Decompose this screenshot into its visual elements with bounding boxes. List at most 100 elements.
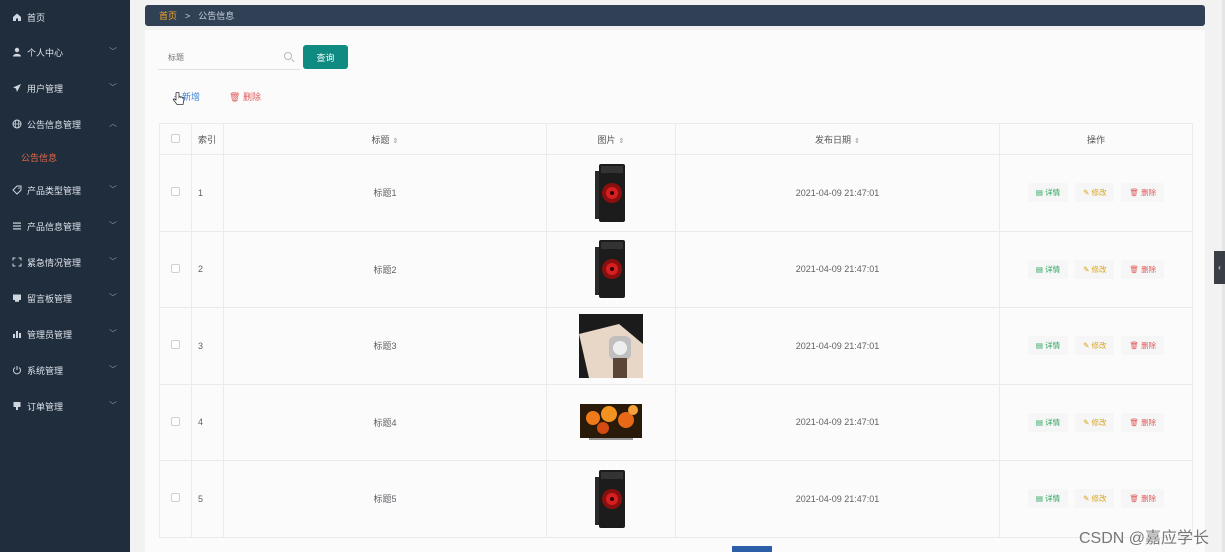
chevron-down-icon: ﹀ (109, 401, 117, 410)
search-input[interactable] (168, 53, 268, 62)
bar-chart-icon (11, 328, 23, 340)
message-icon (11, 292, 23, 304)
sidebar-item-emergency[interactable]: 紧急情况管理 ﹀ (0, 244, 130, 280)
detail-button[interactable]: ▤ 详情 (1027, 259, 1069, 279)
chevron-down-icon: ﹀ (109, 83, 117, 92)
detail-button[interactable]: ▤ 详情 (1027, 412, 1069, 432)
edit-button[interactable]: ✎ 修改 (1075, 336, 1115, 356)
table-row[interactable]: 1 标题1 2021-04-09 21:47:01 ▤ 详情 ✎ 修改 🗑 删除 (159, 154, 1193, 232)
select-all-checkbox[interactable] (171, 133, 180, 143)
row-checkbox[interactable] (171, 263, 180, 273)
row-date: 2021-04-09 21:47:01 (675, 383, 1000, 461)
sidebar-item-label: 订单管理 (27, 401, 64, 412)
breadcrumb: 首页 > 公告信息 (145, 5, 1205, 26)
sidebar-item-system-management[interactable]: 系统管理 ﹀ (0, 352, 130, 388)
sidebar-item-label: 系统管理 (27, 365, 64, 376)
sidebar-subitem-notice[interactable]: 公告信息 (0, 142, 130, 172)
row-date: 2021-04-09 21:47:01 (675, 230, 1000, 308)
header-title[interactable]: 标题 ⇕ (223, 123, 547, 155)
row-title: 标题3 (223, 307, 547, 385)
document-icon: ▤ (1035, 188, 1043, 198)
delete-button[interactable]: 🗑 删除 (229, 90, 261, 103)
row-checkbox[interactable] (171, 340, 180, 350)
content-panel: 查询 ＋新增 🗑 删除 索引 标题⇕ 图片⇕ 发布日期⇕ 操作 1标题12021… (145, 30, 1205, 552)
sort-icon[interactable]: ⇕ (854, 138, 860, 145)
detail-label: 详情 (1045, 188, 1061, 198)
chevron-down-icon: ﹀ (109, 293, 117, 302)
detail-button[interactable]: ▤ 详情 (1027, 489, 1069, 509)
power-icon (11, 364, 23, 376)
breadcrumb-home-link[interactable]: 首页 (159, 9, 177, 22)
thumbnail-image (595, 469, 625, 528)
query-button[interactable]: 查询 (303, 45, 348, 69)
chevron-left-icon: ‹ (1218, 263, 1221, 272)
detail-label: 详情 (1045, 494, 1061, 504)
row-checkbox[interactable] (171, 416, 180, 426)
row-delete-button[interactable]: 🗑 删除 (1121, 336, 1165, 356)
sidebar-item-label: 管理员管理 (27, 329, 73, 340)
table-row[interactable]: 2 标题2 2021-04-09 21:47:01 ▤ 详情 ✎ 修改 🗑 删除 (159, 230, 1193, 308)
sidebar-item-order-management[interactable]: 订单管理 ﹀ (0, 388, 130, 424)
edit-button[interactable]: ✎ 修改 (1075, 259, 1115, 279)
fullscreen-icon (11, 256, 23, 268)
row-checkbox[interactable] (171, 187, 180, 197)
edit-button[interactable]: ✎ 修改 (1075, 489, 1115, 509)
sidebar-item-user-management[interactable]: 用户管理 ﹀ (0, 70, 130, 106)
row-delete-button[interactable]: 🗑 删除 (1121, 259, 1165, 279)
trash-icon: 🗑 (1129, 341, 1139, 351)
sidebar-item-personal-center[interactable]: 个人中心 ﹀ (0, 34, 130, 70)
search-field (158, 46, 300, 70)
row-title: 标题2 (223, 230, 547, 308)
document-icon: ▤ (1035, 341, 1043, 351)
row-select-cell (159, 460, 192, 538)
header-image[interactable]: 图片 ⇕ (546, 123, 676, 155)
sort-icon[interactable]: ⇕ (393, 138, 399, 145)
sidebar-item-home[interactable]: 首页 (0, 0, 130, 34)
row-select-cell (159, 154, 192, 232)
sidebar-item-message-board[interactable]: 留言板管理 ﹀ (0, 280, 130, 316)
row-ops-cell: ▤ 详情 ✎ 修改 🗑 删除 (999, 307, 1193, 385)
trash-icon: 🗑 (1129, 494, 1139, 504)
row-select-cell (159, 230, 192, 308)
detail-button[interactable]: ▤ 详情 (1027, 183, 1069, 203)
trash-icon: 🗑 (1129, 417, 1139, 427)
thumbnail-image (595, 240, 625, 299)
sidebar-item-notice-management[interactable]: 公告信息管理 ︿ (0, 106, 130, 142)
table-row[interactable]: 4 标题4 2021-04-09 21:47:01 ▤ 详情 ✎ 修改 🗑 删除 (159, 383, 1193, 461)
chevron-down-icon: ﹀ (109, 257, 117, 266)
collapse-panel-button[interactable]: ‹ (1214, 251, 1225, 284)
chevron-down-icon: ﹀ (109, 221, 117, 230)
edit-label: 修改 (1091, 188, 1107, 198)
row-select-cell (159, 383, 192, 461)
detail-button[interactable]: ▤ 详情 (1027, 336, 1069, 356)
chevron-down-icon: ﹀ (109, 47, 117, 56)
sidebar-item-admin-management[interactable]: 管理员管理 ﹀ (0, 316, 130, 352)
sidebar-item-label: 公告信息管理 (27, 119, 82, 130)
table-row[interactable]: 3 标题3 2021-04-09 21:47:01 ▤ 详情 ✎ 修改 🗑 删除 (159, 307, 1193, 385)
header-image-label: 图片 (597, 134, 616, 145)
globe-icon (11, 118, 23, 130)
sort-icon[interactable]: ⇕ (619, 138, 625, 145)
edit-button[interactable]: ✎ 修改 (1075, 183, 1115, 203)
sidebar-item-product-info[interactable]: 产品信息管理 ﹀ (0, 208, 130, 244)
edit-label: 修改 (1091, 417, 1107, 427)
row-date: 2021-04-09 21:47:01 (675, 460, 1000, 538)
row-index: 2 (191, 230, 224, 308)
row-checkbox[interactable] (171, 493, 180, 503)
row-index: 3 (191, 307, 224, 385)
delete-label: 删除 (1141, 264, 1157, 274)
row-title: 标题1 (223, 154, 547, 232)
pencil-icon: ✎ (1083, 494, 1090, 504)
row-delete-button[interactable]: 🗑 删除 (1121, 183, 1165, 203)
pencil-icon: ✎ (1083, 188, 1090, 198)
row-delete-button[interactable]: 🗑 删除 (1121, 412, 1165, 432)
row-delete-button[interactable]: 🗑 删除 (1121, 489, 1165, 509)
row-ops-cell: ▤ 详情 ✎ 修改 🗑 删除 (999, 154, 1193, 232)
sidebar-item-product-type[interactable]: 产品类型管理 ﹀ (0, 172, 130, 208)
edit-button[interactable]: ✎ 修改 (1075, 412, 1115, 432)
edit-label: 修改 (1091, 494, 1107, 504)
header-date[interactable]: 发布日期 ⇕ (675, 123, 1000, 155)
header-index: 索引 (191, 123, 224, 155)
row-index: 5 (191, 460, 224, 538)
table-row[interactable]: 5 标题5 2021-04-09 21:47:01 ▤ 详情 ✎ 修改 🗑 删除 (159, 460, 1193, 538)
